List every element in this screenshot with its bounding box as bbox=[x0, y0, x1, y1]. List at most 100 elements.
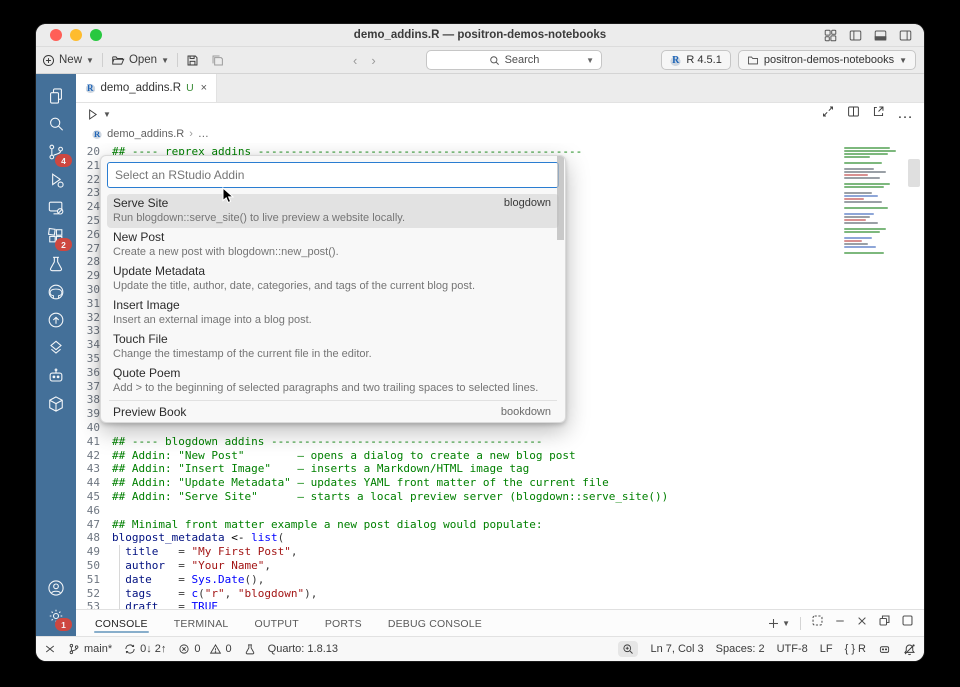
run-file-button[interactable]: ▼ bbox=[86, 108, 111, 121]
console-options-chevron-icon[interactable]: ▼ bbox=[782, 619, 790, 628]
line-number: 44 bbox=[86, 476, 100, 490]
global-search-input[interactable]: Search ▼ bbox=[426, 50, 602, 70]
remote-indicator[interactable] bbox=[44, 643, 56, 655]
extensions-icon[interactable]: 2 bbox=[42, 222, 72, 251]
code-line[interactable]: 52 tags = c("r", "blogdown"), bbox=[76, 586, 924, 601]
addin-filter-input[interactable]: Select an RStudio Addin bbox=[107, 162, 559, 188]
line-number: 42 bbox=[86, 448, 100, 462]
code-line[interactable]: 49 title = "My First Post", bbox=[76, 545, 924, 559]
open-in-new-window-icon[interactable] bbox=[872, 105, 885, 123]
editor-scrollbar[interactable] bbox=[908, 159, 920, 187]
toggle-secondary-sidebar-icon[interactable] bbox=[899, 29, 912, 42]
tab-demo-addins[interactable]: R demo_addins.R U × bbox=[76, 74, 218, 102]
git-branch-status[interactable]: main* bbox=[68, 643, 112, 655]
cursor-position[interactable]: Ln 7, Col 3 bbox=[650, 643, 703, 655]
testing-icon[interactable] bbox=[42, 250, 70, 278]
code-editor[interactable]: 20 ## ---- reprex addins ----------------… bbox=[76, 143, 924, 609]
open-button[interactable]: Open ▼ bbox=[105, 54, 175, 67]
save-button[interactable] bbox=[180, 54, 205, 67]
code-line[interactable]: 51 date = Sys.Date(), bbox=[76, 572, 924, 587]
save-icon bbox=[187, 55, 198, 65]
code-line[interactable]: 43 ## Addin: "Insert Image" — inserts a M… bbox=[76, 462, 924, 476]
line-content: ## Addin: "Serve Site" — starts a local … bbox=[112, 489, 669, 503]
code-line[interactable]: 44 ## Addin: "Update Metadata" — updates … bbox=[76, 476, 924, 490]
github-icon[interactable] bbox=[42, 278, 70, 306]
eol-sequence[interactable]: LF bbox=[820, 643, 833, 655]
problems-status[interactable]: 0 0 bbox=[178, 643, 232, 655]
new-console-button[interactable]: ▼ bbox=[767, 617, 790, 630]
code-line[interactable]: 48 blogpost_metadata <- list( bbox=[76, 531, 924, 545]
language-mode[interactable]: { } R bbox=[845, 643, 866, 655]
panel-tab-terminal[interactable]: TERMINAL bbox=[173, 613, 230, 634]
toggle-primary-sidebar-icon[interactable] bbox=[849, 29, 862, 42]
customize-layout-icon[interactable] bbox=[824, 29, 837, 42]
titlebar: demo_addins.R — positron-demos-notebooks bbox=[36, 24, 924, 47]
git-sync-status[interactable]: 0↓ 2↑ bbox=[124, 643, 166, 655]
code-line[interactable]: 40 bbox=[76, 421, 924, 435]
line-number: 35 bbox=[86, 351, 100, 365]
addin-item[interactable]: Insert Image Insert an external image int… bbox=[107, 296, 559, 330]
restore-panel-icon[interactable] bbox=[878, 614, 891, 632]
panel-tab-output[interactable]: OUTPUT bbox=[253, 613, 299, 634]
sessions-icon[interactable] bbox=[42, 194, 70, 222]
code-line[interactable]: 47 ## Minimal front matter example a new … bbox=[76, 518, 924, 532]
restart-console-icon[interactable] bbox=[811, 614, 824, 632]
minimize-panel-icon[interactable] bbox=[834, 614, 846, 632]
publisher-icon[interactable] bbox=[42, 306, 70, 334]
zoom-control[interactable] bbox=[618, 641, 639, 657]
addin-item[interactable]: Quote Poem Add > to the beginning of sele… bbox=[107, 364, 559, 398]
assistant-icon[interactable] bbox=[42, 362, 70, 390]
line-content: ## ---- blogdown addins ----------------… bbox=[112, 434, 543, 448]
interpreter-selector[interactable]: R R 4.5.1 bbox=[661, 50, 731, 70]
settings-badge: 1 bbox=[55, 618, 72, 631]
line-number: 46 bbox=[86, 503, 100, 517]
code-line[interactable]: 45 ## Addin: "Serve Site" — starts a loca… bbox=[76, 490, 924, 504]
encoding[interactable]: UTF-8 bbox=[777, 643, 808, 655]
r-file-icon: R bbox=[85, 83, 96, 93]
code-line[interactable]: 41 ## ---- blogdown addins --------------… bbox=[76, 435, 924, 449]
panel-tab-ports[interactable]: PORTS bbox=[324, 613, 363, 634]
navigate-forward-icon[interactable]: › bbox=[371, 53, 375, 68]
code-line[interactable]: 42 ## Addin: "New Post" — opens a dialog … bbox=[76, 449, 924, 463]
toggle-panel-icon[interactable] bbox=[874, 29, 887, 42]
account-icon[interactable] bbox=[42, 574, 70, 602]
workspace-selector[interactable]: positron-demos-notebooks ▼ bbox=[737, 50, 916, 70]
panel-tab-debug-console[interactable]: DEBUG CONSOLE bbox=[387, 613, 483, 634]
code-line[interactable]: 50 author = "Your Name", bbox=[76, 558, 924, 573]
notifications-muted-icon[interactable] bbox=[903, 643, 916, 656]
addin-item[interactable]: Serve Site Run blogdown::serve_site() to … bbox=[107, 194, 559, 228]
line-content: ## Minimal front matter example a new po… bbox=[112, 517, 543, 531]
search-sidebar-icon[interactable] bbox=[42, 110, 70, 138]
split-editor-icon[interactable] bbox=[847, 105, 860, 123]
code-line[interactable]: 46 bbox=[76, 504, 924, 518]
beaker-icon[interactable] bbox=[244, 643, 256, 655]
minimap[interactable] bbox=[844, 147, 898, 255]
quarto-version[interactable]: Quarto: 1.8.13 bbox=[268, 643, 338, 655]
explorer-icon[interactable] bbox=[42, 82, 70, 110]
addin-item[interactable]: Preview BookRun bookdown::serve_book() t… bbox=[107, 403, 559, 422]
maximize-panel-icon[interactable] bbox=[901, 614, 914, 632]
addin-item[interactable]: New Post Create a new post with blogdown:… bbox=[107, 228, 559, 262]
addin-item[interactable]: Touch File Change the timestamp of the cu… bbox=[107, 330, 559, 364]
more-actions-icon[interactable]: … bbox=[897, 105, 914, 123]
settings-gear-icon[interactable]: 1 bbox=[42, 602, 72, 631]
open-changes-icon[interactable] bbox=[821, 105, 835, 123]
new-button[interactable]: New ▼ bbox=[36, 54, 100, 67]
indentation[interactable]: Spaces: 2 bbox=[716, 643, 765, 655]
package-icon[interactable] bbox=[42, 390, 70, 418]
save-all-button[interactable] bbox=[205, 54, 230, 67]
code-line[interactable]: 53 draft = TRUE bbox=[76, 600, 924, 609]
breadcrumb[interactable]: R demo_addins.R › … bbox=[76, 125, 924, 143]
line-number: 23 bbox=[86, 186, 100, 200]
quickpick-scrollbar[interactable] bbox=[557, 156, 564, 240]
source-control-icon[interactable]: 4 bbox=[42, 138, 72, 167]
close-panel-icon[interactable] bbox=[856, 614, 868, 632]
tab-close-icon[interactable]: × bbox=[201, 82, 207, 94]
addin-item[interactable]: Update Metadata Update the title, author,… bbox=[107, 262, 559, 296]
panel-tab-console[interactable]: CONSOLE bbox=[94, 613, 149, 634]
layers-icon[interactable] bbox=[42, 334, 70, 362]
navigate-back-icon[interactable]: ‹ bbox=[353, 53, 357, 68]
run-debug-icon[interactable] bbox=[42, 166, 70, 194]
run-options-chevron-icon[interactable]: ▼ bbox=[103, 110, 111, 119]
copilot-icon[interactable] bbox=[878, 643, 891, 655]
